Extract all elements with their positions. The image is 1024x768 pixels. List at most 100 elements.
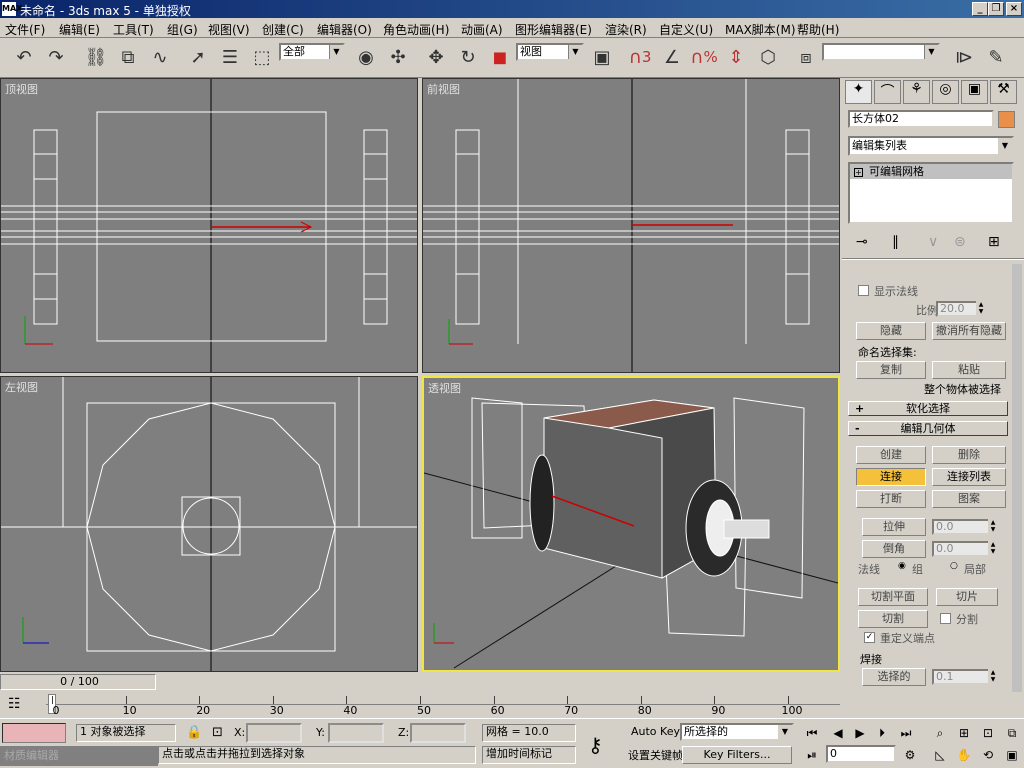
copy-button[interactable]: 复制 bbox=[856, 361, 926, 379]
restore-button[interactable]: ❐ bbox=[988, 2, 1004, 16]
angle-snap-icon[interactable]: ∠ bbox=[658, 42, 686, 72]
attach-list-button[interactable]: 连接列表 bbox=[932, 468, 1006, 486]
play-icon[interactable]: ▶ bbox=[850, 723, 870, 743]
go-to-start-icon[interactable]: ⏮ bbox=[802, 723, 822, 743]
edit-geometry-rollout[interactable]: - 编辑几何体 bbox=[848, 421, 1008, 436]
paste-button[interactable]: 粘贴 bbox=[932, 361, 1006, 379]
selection-filter-dropdown[interactable]: 全部 ▼ bbox=[279, 43, 345, 61]
cut-button[interactable]: 切割 bbox=[858, 610, 928, 628]
soft-selection-rollout[interactable]: + 软化选择 bbox=[848, 401, 1008, 416]
menu-modifiers[interactable]: 编辑器(O) bbox=[317, 21, 372, 38]
go-to-end-icon[interactable]: ⏭ bbox=[896, 723, 916, 743]
lock-icon[interactable]: 🔒 bbox=[186, 725, 202, 740]
motion-tab-icon[interactable]: ◎ bbox=[932, 80, 959, 104]
named-selection-icon[interactable]: ⧈ bbox=[792, 42, 820, 72]
viewport-top[interactable]: 顶视图 bbox=[0, 78, 418, 373]
select-link-icon[interactable]: ⛓ bbox=[82, 42, 110, 72]
close-button[interactable]: × bbox=[1006, 2, 1022, 16]
viewport-label[interactable]: 前视图 bbox=[427, 81, 460, 97]
menu-graph-editors[interactable]: 图形编辑器(E) bbox=[515, 21, 592, 38]
window-crossing-icon[interactable]: ✣ bbox=[384, 42, 412, 72]
z-coordinate-field[interactable] bbox=[410, 723, 466, 743]
menu-maxscript[interactable]: MAX脚本(M) bbox=[725, 21, 796, 38]
zoom-extents-icon[interactable]: ⊡ bbox=[978, 723, 998, 743]
show-normals-checkbox[interactable] bbox=[858, 285, 869, 296]
unhide-all-button[interactable]: 撤消所有隐藏 bbox=[932, 322, 1006, 340]
undo-icon[interactable]: ↶ bbox=[10, 42, 38, 72]
weld-selected-button[interactable]: 选择的 bbox=[862, 668, 926, 686]
modify-tab-icon[interactable]: ⌒ bbox=[874, 80, 901, 104]
split-checkbox[interactable] bbox=[940, 613, 951, 624]
minimize-button[interactable]: _ bbox=[972, 2, 988, 16]
remove-modifier-icon[interactable]: ⊜ bbox=[954, 234, 966, 250]
current-frame-field[interactable]: 0 bbox=[826, 745, 896, 763]
utilities-tab-icon[interactable]: ⚒ bbox=[990, 80, 1017, 104]
modifier-list-dropdown[interactable]: 编辑集列表 ▼ bbox=[848, 136, 1014, 156]
time-slider[interactable]: 0 / 100 bbox=[0, 674, 156, 690]
detach-button[interactable]: 图案 bbox=[932, 490, 1006, 508]
weld-threshold-spinner[interactable]: 0.1 ▲ ▼ bbox=[932, 669, 998, 685]
select-scale-icon[interactable]: ◼ bbox=[486, 42, 514, 72]
viewport-label[interactable]: 透视图 bbox=[428, 380, 461, 396]
pan-icon[interactable]: ✋ bbox=[954, 745, 974, 765]
delete-button[interactable]: 删除 bbox=[932, 446, 1006, 464]
time-config-icon[interactable]: ⚙ bbox=[900, 745, 920, 765]
panel-scrollbar[interactable] bbox=[1012, 264, 1022, 692]
slice-plane-button[interactable]: 切割平面 bbox=[858, 588, 928, 606]
select-rotate-icon[interactable]: ↻ bbox=[454, 42, 482, 72]
key-icon[interactable]: ⚷ bbox=[588, 733, 603, 757]
x-coordinate-field[interactable] bbox=[246, 723, 302, 743]
extrude-spinner[interactable]: 0.0 ▲ ▼ bbox=[932, 519, 998, 535]
scale-spinner[interactable]: 20.0 ▲ ▼ bbox=[936, 301, 986, 317]
menu-edit[interactable]: 编辑(E) bbox=[59, 21, 100, 38]
menu-tools[interactable]: 工具(T) bbox=[113, 21, 154, 38]
viewport-perspective[interactable]: 透视图 bbox=[422, 376, 840, 672]
create-tab-icon[interactable]: ✦ bbox=[845, 80, 872, 104]
key-mode-toggle-icon[interactable]: ⏯ bbox=[802, 745, 822, 765]
key-filters-button[interactable]: Key Filters... bbox=[682, 746, 792, 764]
named-selection-dropdown[interactable]: ▼ bbox=[822, 43, 940, 61]
object-name-field[interactable]: 长方体02 bbox=[848, 110, 994, 128]
viewport-front[interactable]: 前视图 bbox=[422, 78, 840, 373]
viewport-label[interactable]: 顶视图 bbox=[5, 81, 38, 97]
menu-help[interactable]: 帮助(H) bbox=[797, 21, 839, 38]
display-tab-icon[interactable]: ▣ bbox=[961, 80, 988, 104]
attach-button[interactable]: 连接 bbox=[856, 468, 926, 486]
group-radio[interactable]: ◉ bbox=[898, 561, 906, 571]
zoom-icon[interactable]: ⌕ bbox=[930, 723, 950, 743]
object-color-swatch[interactable] bbox=[998, 111, 1015, 128]
snap-3d-icon[interactable]: ∩ 3 bbox=[626, 42, 654, 72]
add-time-tag[interactable]: 增加时间标记 bbox=[482, 746, 576, 764]
absolute-mode-icon[interactable]: ⊡ bbox=[212, 725, 223, 740]
edit-named-sel-icon[interactable]: ⬡ bbox=[754, 42, 782, 72]
stack-item[interactable]: + 可编辑网格 bbox=[850, 164, 1012, 179]
set-key-button[interactable]: 设置关键帧 bbox=[628, 747, 683, 763]
hierarchy-tab-icon[interactable]: ⚘ bbox=[903, 80, 930, 104]
create-button[interactable]: 创建 bbox=[856, 446, 926, 464]
chamfer-spinner[interactable]: 0.0 ▲ ▼ bbox=[932, 541, 998, 557]
make-unique-icon[interactable]: ∨ bbox=[928, 234, 938, 250]
unlink-icon[interactable]: ⧉ bbox=[114, 42, 142, 72]
break-button[interactable]: 打断 bbox=[856, 490, 926, 508]
select-by-name-icon[interactable]: ☰ bbox=[216, 42, 244, 72]
previous-frame-icon[interactable]: ◀ bbox=[828, 723, 848, 743]
select-region-icon[interactable]: ◉ bbox=[352, 42, 380, 72]
reference-coord-dropdown[interactable]: 视图 ▼ bbox=[516, 43, 584, 61]
menu-file[interactable]: 文件(F) bbox=[5, 21, 45, 38]
field-of-view-icon[interactable]: ◺ bbox=[930, 745, 950, 765]
arc-rotate-icon[interactable]: ⟲ bbox=[978, 745, 998, 765]
menu-views[interactable]: 视图(V) bbox=[208, 21, 250, 38]
maximize-viewport-icon[interactable]: ▣ bbox=[1002, 745, 1022, 765]
key-mode-dropdown[interactable]: 所选择的 ▼ bbox=[680, 723, 794, 741]
percent-snap-icon[interactable]: ∩% bbox=[690, 42, 718, 72]
select-move-icon[interactable]: ✥ bbox=[422, 42, 450, 72]
configure-sets-icon[interactable]: ⊞ bbox=[988, 234, 1000, 250]
local-radio[interactable]: ○ bbox=[950, 561, 958, 571]
modifier-stack[interactable]: + 可编辑网格 bbox=[848, 162, 1014, 224]
viewport-left[interactable]: 左视图 bbox=[0, 376, 418, 672]
auto-key-button[interactable]: Auto Key bbox=[631, 725, 680, 738]
menu-group[interactable]: 组(G) bbox=[167, 21, 198, 38]
next-frame-icon[interactable]: ⏵ bbox=[872, 723, 892, 743]
align-icon[interactable]: ✎ bbox=[982, 42, 1010, 72]
pivot-icon[interactable]: ▣ bbox=[588, 42, 616, 72]
